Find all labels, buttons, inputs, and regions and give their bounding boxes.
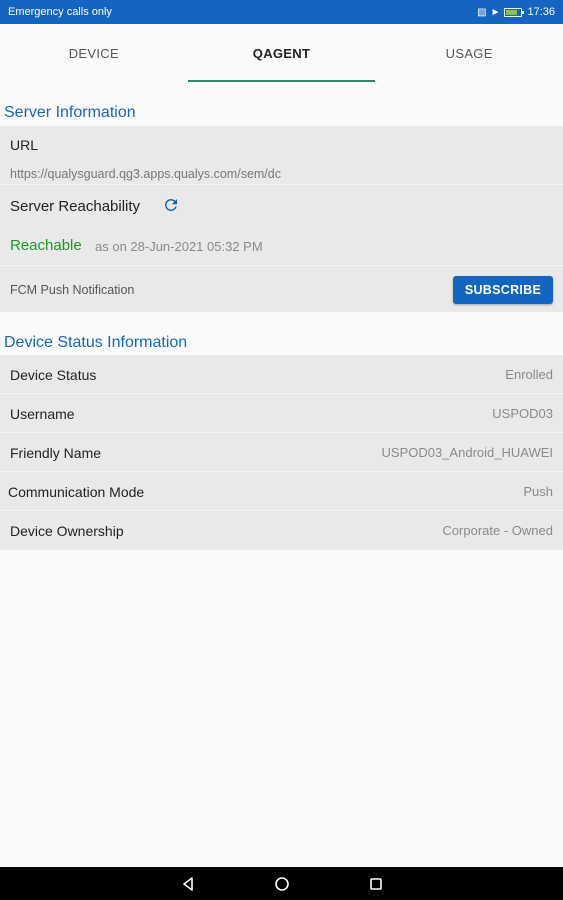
row-value: USPOD03 xyxy=(492,406,553,421)
status-icons: ▧ ► 17:36 xyxy=(477,6,555,18)
table-row: Communication Mode Push xyxy=(0,472,563,511)
home-icon xyxy=(274,876,289,891)
battery-icon xyxy=(504,7,525,17)
url-row: URL https://qualysguard.qg3.apps.qualys.… xyxy=(0,126,563,185)
row-label: Communication Mode xyxy=(8,484,145,500)
tab-usage[interactable]: USAGE xyxy=(375,24,563,82)
server-info-title: Server Information xyxy=(4,104,136,121)
table-row: Friendly Name USPOD03_Android_HUAWEI xyxy=(0,433,563,472)
home-button[interactable] xyxy=(272,874,292,894)
fcm-row: FCM Push Notification SUBSCRIBE xyxy=(0,266,563,312)
back-button[interactable] xyxy=(178,874,198,894)
wifi-icon: ► xyxy=(490,6,501,18)
row-value: Push xyxy=(523,484,553,499)
recents-icon xyxy=(369,877,382,890)
reachability-row: Server Reachability Reachable as on 28-J… xyxy=(0,185,563,266)
tab-device[interactable]: DEVICE xyxy=(0,24,188,82)
row-label: Friendly Name xyxy=(10,445,102,461)
row-value: Corporate - Owned xyxy=(442,523,553,538)
subscribe-button[interactable]: SUBSCRIBE xyxy=(453,276,553,304)
row-label: Username xyxy=(10,406,75,422)
url-label: URL xyxy=(10,137,39,153)
tab-qagent[interactable]: QAGENT xyxy=(187,24,376,82)
navigation-bar xyxy=(0,867,563,900)
reachability-time: as on 28-Jun-2021 05:32 PM xyxy=(95,239,263,254)
row-label: Device Status xyxy=(10,367,97,383)
carrier-text: Emergency calls only xyxy=(8,6,112,18)
table-row: Device Status Enrolled xyxy=(0,355,563,394)
refresh-icon[interactable] xyxy=(162,196,180,214)
table-row: Username USPOD03 xyxy=(0,394,563,433)
clock: 17:36 xyxy=(527,6,555,18)
row-label: Device Ownership xyxy=(10,523,124,539)
vibrate-icon: ▧ xyxy=(477,6,487,18)
back-icon xyxy=(182,876,193,891)
recents-button[interactable] xyxy=(366,874,386,894)
table-row: Device Ownership Corporate - Owned xyxy=(0,511,563,550)
url-value: https://qualysguard.qg3.apps.qualys.com/… xyxy=(10,167,281,181)
device-status-title: Device Status Information xyxy=(4,334,188,351)
tab-bar: DEVICE QAGENT USAGE xyxy=(0,24,563,82)
fcm-label: FCM Push Notification xyxy=(10,283,135,297)
device-status-panel: Device Status Enrolled Username USPOD03 … xyxy=(0,355,563,550)
reachability-label: Server Reachability xyxy=(10,198,141,215)
row-value: Enrolled xyxy=(505,367,553,382)
row-value: USPOD03_Android_HUAWEI xyxy=(381,445,553,460)
reachability-status: Reachable xyxy=(10,237,82,254)
status-bar: Emergency calls only ▧ ► 17:36 xyxy=(0,0,563,24)
server-info-panel: URL https://qualysguard.qg3.apps.qualys.… xyxy=(0,126,563,312)
